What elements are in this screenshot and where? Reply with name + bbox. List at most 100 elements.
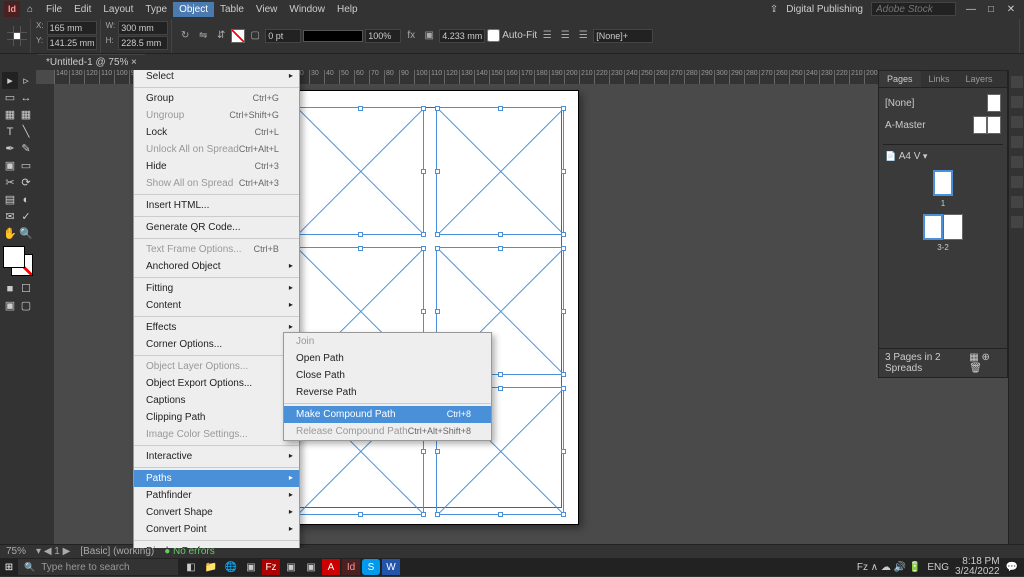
master-none[interactable]: [None]: [885, 98, 914, 109]
line-tool[interactable]: ╲: [18, 123, 34, 140]
preview-view[interactable]: ▢: [18, 297, 34, 314]
stroke-swatch[interactable]: ▢: [247, 28, 263, 44]
menuitem-make-compound-path[interactable]: Make Compound PathCtrl+8: [284, 406, 491, 423]
app-icon-1[interactable]: ▣: [242, 559, 260, 575]
tray-icons[interactable]: Fz ∧ ☁ 🔊 🔋: [857, 562, 921, 573]
page-size-select[interactable]: 📄 A4 V ▾: [883, 149, 1003, 164]
panel-tab-6[interactable]: [1011, 176, 1023, 188]
align-center-icon[interactable]: ☰: [557, 28, 573, 44]
menuitem-insert-html-[interactable]: Insert HTML...: [134, 197, 299, 214]
taskbar-search[interactable]: 🔍 Type here to search: [18, 559, 178, 575]
menuitem-display-performance[interactable]: Display Performance: [134, 543, 299, 548]
w-field[interactable]: [118, 21, 168, 35]
menu-window[interactable]: Window: [283, 2, 331, 17]
hand-tool[interactable]: ✋: [2, 225, 18, 242]
gap-tool[interactable]: ↔: [18, 89, 34, 106]
page-tool[interactable]: ▭: [2, 89, 18, 106]
menuitem-convert-point[interactable]: Convert Point: [134, 521, 299, 538]
zoom-tool[interactable]: 🔍: [18, 225, 34, 242]
acrobat-icon[interactable]: A: [322, 559, 340, 575]
menu-view[interactable]: View: [250, 2, 284, 17]
panel-tab-5[interactable]: [1011, 156, 1023, 168]
panel-tab-links[interactable]: Links: [921, 71, 958, 87]
stroke-style[interactable]: [303, 30, 363, 42]
transform-tool[interactable]: ⟳: [18, 174, 34, 191]
wrap-icon[interactable]: ▣: [421, 28, 437, 44]
feather-tool[interactable]: ◐: [18, 191, 34, 208]
share-icon[interactable]: ⇪: [770, 4, 778, 15]
image-frame-2[interactable]: [436, 107, 564, 235]
apply-none[interactable]: ☐: [18, 280, 34, 297]
chrome-icon[interactable]: 🌐: [222, 559, 240, 575]
menu-layout[interactable]: Layout: [97, 2, 139, 17]
explorer-icon[interactable]: 📁: [202, 559, 220, 575]
zoom-status[interactable]: 75%: [6, 546, 26, 557]
effects-icon[interactable]: fx: [403, 28, 419, 44]
panel-tab-2[interactable]: [1011, 96, 1023, 108]
apply-color[interactable]: ■: [2, 280, 18, 297]
menu-help[interactable]: Help: [331, 2, 364, 17]
lang-indicator[interactable]: ENG: [927, 562, 949, 573]
color-swatch[interactable]: [3, 246, 33, 276]
autofit-checkbox[interactable]: [487, 29, 500, 42]
align-left-icon[interactable]: ☰: [539, 28, 555, 44]
y-field[interactable]: [47, 36, 97, 50]
menuitem-corner-options-[interactable]: Corner Options...: [134, 336, 299, 353]
canvas[interactable]: 1401301201101009080706050403020100102030…: [36, 70, 1024, 548]
doc-tab[interactable]: *Untitled-1 @ 75% ×: [38, 54, 145, 70]
menu-type[interactable]: Type: [139, 2, 173, 17]
menuitem-open-path[interactable]: Open Path: [284, 350, 491, 367]
menuitem-clipping-path[interactable]: Clipping Path: [134, 409, 299, 426]
normal-view[interactable]: ▣: [2, 297, 18, 314]
para-style[interactable]: [593, 29, 653, 43]
note-tool[interactable]: ✉: [2, 208, 18, 225]
menuitem-interactive[interactable]: Interactive: [134, 448, 299, 465]
menuitem-pathfinder[interactable]: Pathfinder: [134, 487, 299, 504]
menuitem-select[interactable]: Select: [134, 70, 299, 85]
menuitem-hide[interactable]: HideCtrl+3: [134, 158, 299, 175]
panel-tab-4[interactable]: [1011, 136, 1023, 148]
master-none-thumb[interactable]: [987, 94, 1001, 112]
spacing-field[interactable]: [439, 29, 485, 43]
menuitem-generate-qr-code-[interactable]: Generate QR Code...: [134, 219, 299, 236]
home-icon[interactable]: ⌂: [22, 1, 38, 17]
filezilla-icon[interactable]: Fz: [262, 559, 280, 575]
content-collector-tool[interactable]: ▦: [2, 106, 18, 123]
flip-h-icon[interactable]: ⇋: [195, 28, 211, 44]
stock-search[interactable]: [871, 2, 956, 16]
type-tool[interactable]: T: [2, 123, 18, 140]
maximize-button[interactable]: □: [984, 2, 998, 16]
menuitem-anchored-object[interactable]: Anchored Object: [134, 258, 299, 275]
menu-edit[interactable]: Edit: [68, 2, 97, 17]
eyedropper-tool[interactable]: ✓: [18, 208, 34, 225]
menuitem-group[interactable]: GroupCtrl+G: [134, 90, 299, 107]
notifications-icon[interactable]: 💬: [1006, 562, 1018, 573]
indesign-taskbar-icon[interactable]: Id: [342, 559, 360, 575]
scissors-tool[interactable]: ✂: [2, 174, 18, 191]
menuitem-captions[interactable]: Captions: [134, 392, 299, 409]
task-view-icon[interactable]: ◧: [182, 559, 200, 575]
menuitem-effects[interactable]: Effects: [134, 319, 299, 336]
zoom-field[interactable]: [365, 29, 401, 43]
menuitem-reverse-path[interactable]: Reverse Path: [284, 384, 491, 401]
gradient-tool[interactable]: ▤: [2, 191, 18, 208]
app-icon-2[interactable]: ▣: [282, 559, 300, 575]
content-placer-tool[interactable]: ▦: [18, 106, 34, 123]
h-field[interactable]: [118, 36, 168, 50]
pencil-tool[interactable]: ✎: [18, 140, 34, 157]
page-2-thumb[interactable]: [923, 214, 943, 240]
panel-tab-7[interactable]: [1011, 196, 1023, 208]
start-button[interactable]: ⊞: [0, 558, 18, 576]
fill-swatch[interactable]: [231, 29, 245, 43]
x-field[interactable]: [47, 21, 97, 35]
menuitem-convert-shape[interactable]: Convert Shape: [134, 504, 299, 521]
new-page-icon[interactable]: ▦ ⊕ 🗑: [969, 352, 1001, 374]
selection-tool[interactable]: ▸: [2, 72, 18, 89]
menuitem-object-export-options-[interactable]: Object Export Options...: [134, 375, 299, 392]
master-a[interactable]: A-Master: [885, 120, 926, 131]
menu-object[interactable]: Object: [173, 2, 214, 17]
direct-select-tool[interactable]: ▹: [18, 72, 34, 89]
align-right-icon[interactable]: ☰: [575, 28, 591, 44]
rotate-icon[interactable]: ↻: [177, 28, 193, 44]
pen-tool[interactable]: ✒: [2, 140, 18, 157]
